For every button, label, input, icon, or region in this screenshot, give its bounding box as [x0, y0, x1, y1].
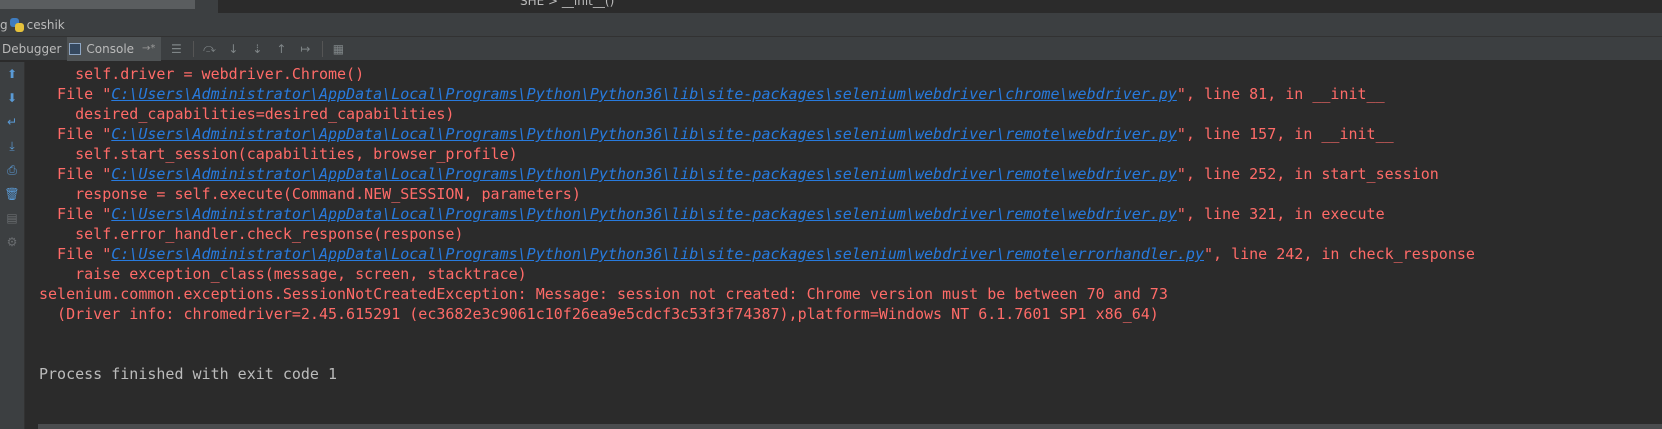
debug-tab-bar: Debugger Console →* ☰ ⤼ ↓ ⇣ ↑ ↦ ▦	[0, 36, 1662, 61]
file-link[interactable]: C:\Users\Administrator\AppData\Local\Pro…	[111, 245, 1204, 263]
tab-console-label: Console	[86, 41, 135, 56]
step-into-icon[interactable]: ↓	[224, 40, 242, 58]
process-exit-message: Process finished with exit code 1	[39, 365, 338, 383]
step-out-icon[interactable]: ↑	[272, 40, 290, 58]
run-to-cursor-icon[interactable]: ↦	[296, 40, 314, 58]
python-icon	[9, 17, 24, 32]
project-scrollbar-thumb[interactable]	[0, 0, 195, 9]
console-line: self.driver = webdriver.Chrome()	[39, 65, 365, 83]
step-into-my-code-icon[interactable]: ⇣	[248, 40, 266, 58]
console-line: File "C:\Users\Administrator\AppData\Loc…	[39, 205, 1385, 223]
pin-icon[interactable]: →*	[142, 43, 155, 54]
step-over-icon[interactable]: ⤼	[200, 40, 218, 58]
toolbar-separator-2	[322, 40, 324, 57]
console-line: File "C:\Users\Administrator\AppData\Loc…	[39, 85, 1385, 103]
top-strip: SHE > __init__()	[0, 0, 1662, 13]
file-link[interactable]: C:\Users\Administrator\AppData\Local\Pro…	[111, 85, 1177, 103]
console-line: File "C:\Users\Administrator\AppData\Loc…	[39, 245, 1475, 263]
toolbar-separator	[193, 40, 195, 57]
scroll-to-end-icon[interactable]: ⤓	[0, 134, 24, 158]
exception-message: selenium.common.exceptions.SessionNotCre…	[39, 285, 1168, 303]
driver-info: (Driver info: chromedriver=2.45.615291 (…	[39, 305, 1159, 323]
console-line: File "C:\Users\Administrator\AppData\Loc…	[39, 165, 1439, 183]
run-config-name[interactable]: ceshik	[27, 18, 65, 32]
console-output[interactable]: self.driver = webdriver.Chrome() File "C…	[25, 62, 1662, 407]
trash-icon[interactable]: 🗑	[0, 182, 24, 206]
breadcrumb[interactable]: SHE > __init__()	[520, 0, 614, 8]
console-line: File "C:\Users\Administrator\AppData\Loc…	[39, 125, 1394, 143]
settings-icon[interactable]: ▤	[0, 206, 24, 230]
attach-debugger-icon[interactable]: ⚙	[0, 230, 24, 254]
editor-area: SHE > __init__()	[218, 0, 1662, 13]
tab-debugger-label: Debugger	[2, 41, 62, 56]
console-line: response = self.execute(Command.NEW_SESS…	[39, 185, 581, 203]
down-arrow-icon[interactable]: ⬇	[0, 86, 24, 110]
console-line: raise exception_class(message, screen, s…	[39, 265, 527, 283]
console-side-toolbar: ⬆ ⬇ ↵ ⤓ ⎙ 🗑 ▤ ⚙	[0, 62, 25, 429]
print-icon[interactable]: ⎙	[0, 158, 24, 182]
console-line: self.error_handler.check_response(respon…	[39, 225, 464, 243]
console-line: self.start_session(capabilities, browser…	[39, 145, 518, 163]
tab-console[interactable]: Console →*	[67, 36, 162, 61]
horizontal-scrollbar[interactable]	[38, 424, 1662, 429]
console-line: desired_capabilities=desired_capabilitie…	[39, 105, 455, 123]
evaluate-expression-icon[interactable]: ▦	[329, 40, 347, 58]
file-link[interactable]: C:\Users\Administrator\AppData\Local\Pro…	[111, 165, 1177, 183]
show-execution-point-icon[interactable]: ☰	[167, 40, 185, 58]
file-link[interactable]: C:\Users\Administrator\AppData\Local\Pro…	[111, 205, 1177, 223]
tab-debugger[interactable]: Debugger	[0, 37, 67, 61]
up-arrow-icon[interactable]: ⬆	[0, 62, 24, 86]
console-icon	[69, 42, 82, 55]
run-bar-lead-text: g	[0, 17, 8, 32]
run-config-bar: g ceshik	[0, 13, 1662, 37]
file-link[interactable]: C:\Users\Administrator\AppData\Local\Pro…	[111, 125, 1177, 143]
soft-wrap-icon[interactable]: ↵	[0, 110, 24, 134]
